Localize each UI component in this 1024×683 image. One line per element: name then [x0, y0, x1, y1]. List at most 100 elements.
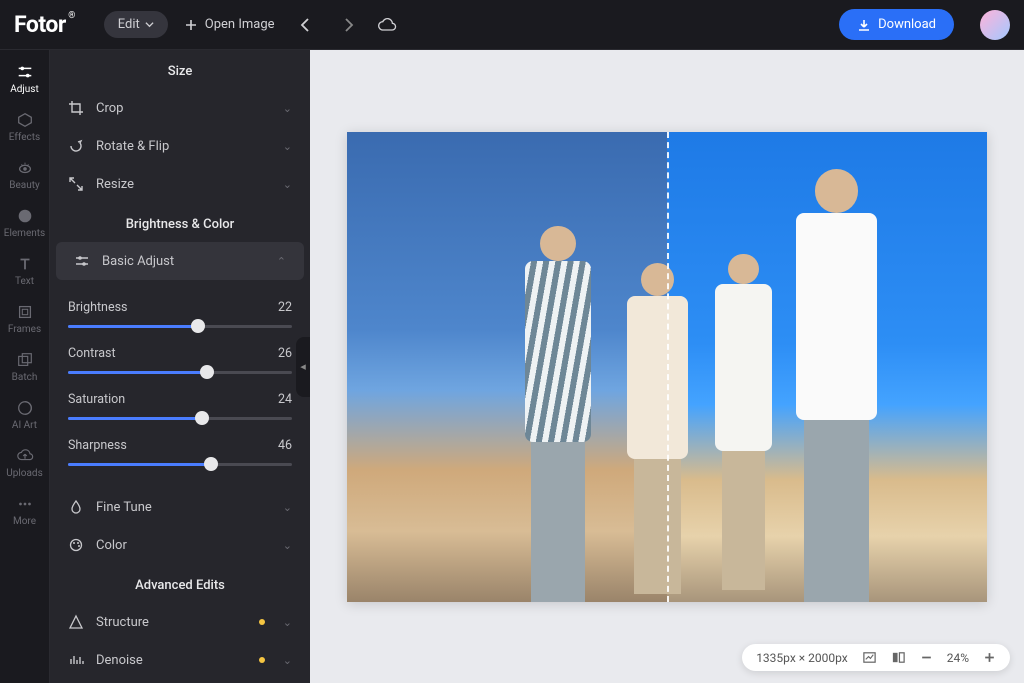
sidebar-item-adjust[interactable]: Adjust: [1, 56, 49, 102]
slider-value: 22: [278, 300, 292, 315]
logo: Fotor: [14, 11, 66, 38]
back-arrow-icon[interactable]: [297, 16, 315, 34]
chevron-down-icon: [145, 20, 154, 29]
sidebar-label: Effects: [9, 132, 40, 143]
slider-sharpness[interactable]: Sharpness 46: [68, 438, 292, 466]
slider-thumb[interactable]: [200, 365, 214, 379]
image-dimensions: 1335px × 2000px: [756, 651, 848, 665]
sidebar-label: Adjust: [10, 84, 39, 95]
structure-icon: [68, 614, 84, 630]
chevron-up-icon: ⌃: [277, 255, 286, 268]
sidebar-item-effects[interactable]: Effects: [1, 104, 49, 150]
sidebar-item-elements[interactable]: Elements: [1, 200, 49, 246]
rotate-icon: [68, 138, 84, 154]
sidebar-item-text[interactable]: Text: [1, 248, 49, 294]
color-icon: [68, 537, 84, 553]
sidebar-label: Beauty: [9, 180, 40, 191]
section-title-adv: Advanced Edits: [50, 564, 310, 603]
section-title-size: Size: [50, 50, 310, 89]
slider-thumb[interactable]: [204, 457, 218, 471]
row-label: Fine Tune: [96, 500, 271, 515]
slider-thumb[interactable]: [195, 411, 209, 425]
row-rotate-flip[interactable]: Rotate & Flip ⌄: [50, 127, 310, 165]
sidebar-label: Frames: [8, 324, 41, 335]
download-button[interactable]: Download: [839, 9, 954, 40]
denoise-icon: [68, 652, 84, 668]
row-label: Denoise: [96, 653, 247, 668]
slider-value: 46: [278, 438, 292, 453]
basic-adjust-sliders: Brightness 22 Contrast 26 Saturation 24 Sha…: [50, 280, 310, 488]
sliders-icon: [74, 253, 90, 269]
chevron-down-icon: ⌄: [283, 654, 292, 667]
crop-icon: [68, 100, 84, 116]
slider-brightness[interactable]: Brightness 22: [68, 300, 292, 328]
zoom-level: 24%: [947, 651, 969, 665]
resize-icon: [68, 176, 84, 192]
chevron-down-icon: ⌄: [283, 178, 292, 191]
adjust-panel: Size Crop ⌄ Rotate & Flip ⌄ Resize ⌄ Bri…: [50, 50, 310, 683]
row-fine-tune[interactable]: Fine Tune ⌄: [50, 488, 310, 526]
row-label: Structure: [96, 615, 247, 630]
sidebar-label: More: [13, 516, 36, 527]
row-label: Resize: [96, 177, 271, 192]
sidebar-item-aiart[interactable]: AI Art: [1, 392, 49, 438]
sidebar-item-more[interactable]: More: [1, 488, 49, 534]
row-label: Color: [96, 538, 271, 553]
compare-icon[interactable]: [891, 650, 906, 665]
sidebar-label: Elements: [4, 228, 45, 239]
chevron-down-icon: ⌄: [283, 140, 292, 153]
zoom-out-icon[interactable]: [920, 651, 933, 664]
row-denoise[interactable]: Denoise ⌄: [50, 641, 310, 679]
edit-dropdown[interactable]: Edit: [104, 11, 168, 38]
sidebar-item-frames[interactable]: Frames: [1, 296, 49, 342]
slider-contrast[interactable]: Contrast 26: [68, 346, 292, 374]
slider-label: Sharpness: [68, 438, 127, 453]
canvas-area: ◂ 1335px × 2000px 24%: [310, 50, 1024, 683]
chevron-down-icon: ⌄: [283, 102, 292, 115]
left-sidebar: Adjust Effects Beauty Elements Text Fram…: [0, 50, 50, 683]
collapse-panel-button[interactable]: ◂: [296, 337, 310, 397]
row-color[interactable]: Color ⌄: [50, 526, 310, 564]
image-canvas[interactable]: [347, 132, 987, 602]
compare-divider[interactable]: [667, 132, 669, 602]
open-image-button[interactable]: Open Image: [184, 17, 275, 32]
slider-thumb[interactable]: [191, 319, 205, 333]
row-basic-adjust[interactable]: Basic Adjust ⌃: [56, 242, 304, 280]
plus-icon: [184, 18, 198, 32]
premium-dot-icon: [259, 657, 265, 663]
slider-label: Brightness: [68, 300, 128, 315]
sidebar-item-uploads[interactable]: Uploads: [1, 440, 49, 486]
premium-dot-icon: [259, 619, 265, 625]
zoom-in-icon[interactable]: [983, 651, 996, 664]
slider-value: 26: [278, 346, 292, 361]
sidebar-label: Batch: [12, 372, 38, 383]
avatar[interactable]: [980, 10, 1010, 40]
fit-icon[interactable]: [862, 650, 877, 665]
row-label: Crop: [96, 101, 271, 116]
cloud-icon[interactable]: [377, 15, 397, 35]
slider-label: Contrast: [68, 346, 116, 361]
row-label: Basic Adjust: [102, 254, 265, 269]
slider-value: 24: [278, 392, 292, 407]
slider-label: Saturation: [68, 392, 125, 407]
sidebar-item-batch[interactable]: Batch: [1, 344, 49, 390]
droplet-icon: [68, 499, 84, 515]
sidebar-label: Text: [15, 276, 34, 287]
sidebar-item-beauty[interactable]: Beauty: [1, 152, 49, 198]
chevron-down-icon: ⌄: [283, 501, 292, 514]
sidebar-label: Uploads: [6, 468, 42, 479]
section-title-bc: Brightness & Color: [50, 203, 310, 242]
row-structure[interactable]: Structure ⌄: [50, 603, 310, 641]
slider-saturation[interactable]: Saturation 24: [68, 392, 292, 420]
chevron-down-icon: ⌄: [283, 616, 292, 629]
row-crop[interactable]: Crop ⌄: [50, 89, 310, 127]
row-resize[interactable]: Resize ⌄: [50, 165, 310, 203]
forward-arrow-icon[interactable]: [339, 16, 357, 34]
edit-label: Edit: [118, 17, 140, 32]
download-label: Download: [878, 17, 936, 32]
open-image-label: Open Image: [205, 17, 275, 32]
download-icon: [857, 18, 871, 32]
nav-arrows: [297, 16, 357, 34]
chevron-down-icon: ⌄: [283, 539, 292, 552]
header-bar: Fotor Edit Open Image Download: [0, 0, 1024, 50]
